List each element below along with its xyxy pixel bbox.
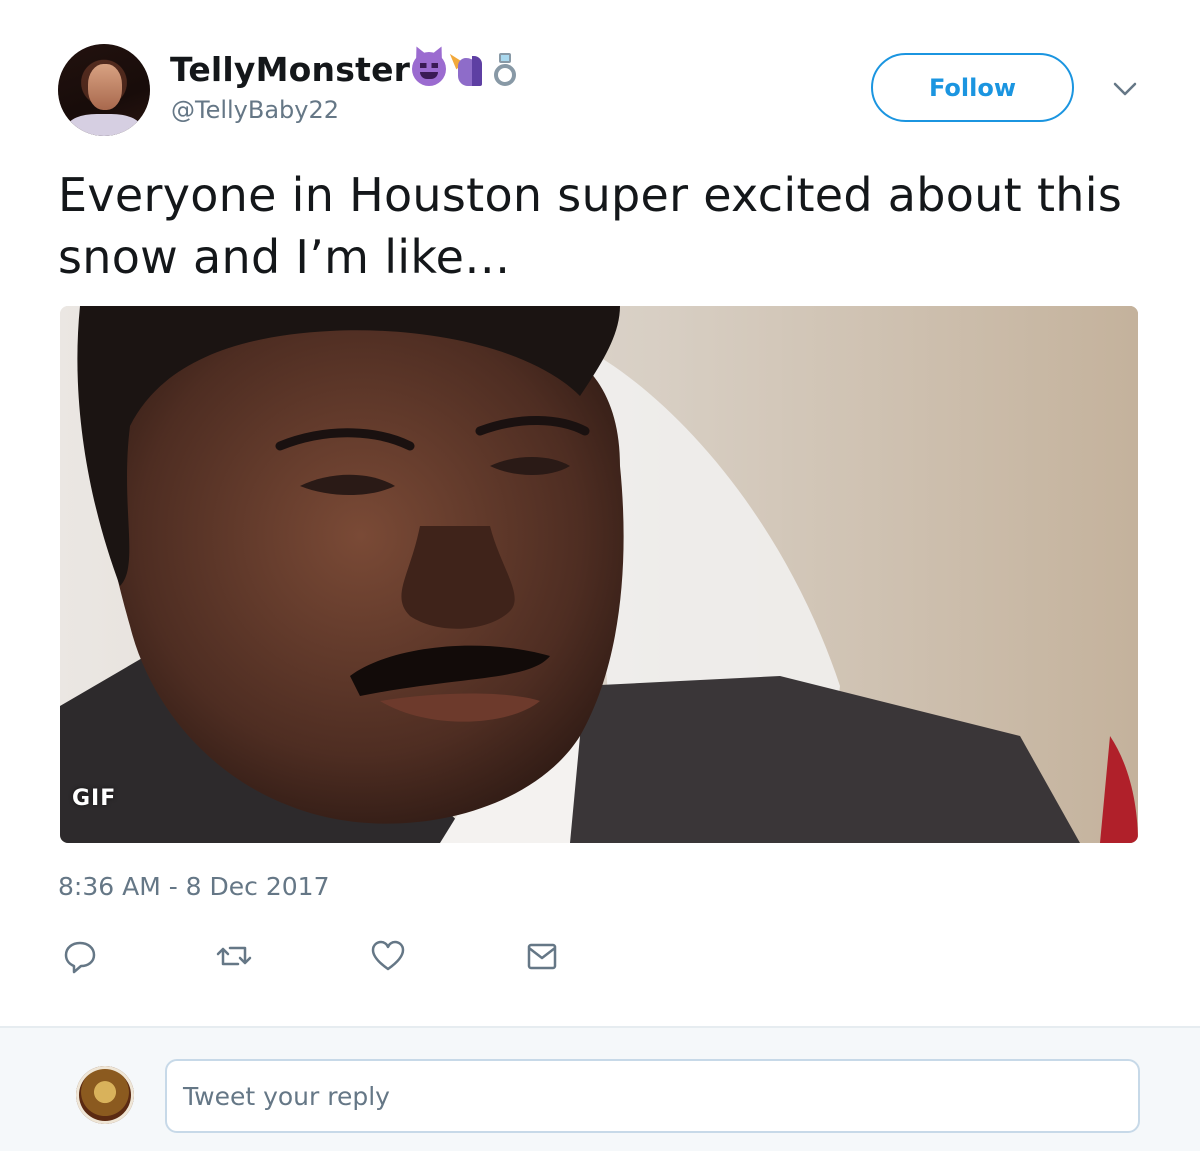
chevron-down-icon[interactable]: [1110, 74, 1140, 104]
retweet-svg: [216, 946, 252, 966]
tweet-timestamp[interactable]: 8:36 AM - 8 Dec 2017: [58, 872, 329, 901]
message-icon[interactable]: [522, 936, 562, 976]
retweet-icon[interactable]: [214, 936, 254, 976]
reply-svg: [64, 941, 96, 974]
tweet-text: Everyone in Houston super excited about …: [58, 168, 1123, 284]
tweet-media-gif[interactable]: [60, 306, 1138, 843]
ring-band: [494, 64, 517, 86]
author-name-row[interactable]: TellyMonster: [170, 44, 522, 94]
like-icon[interactable]: [368, 936, 408, 976]
ring-gem: [499, 53, 512, 63]
message-svg: [527, 943, 557, 970]
like-svg: [371, 940, 405, 971]
ring-emoji: [488, 52, 522, 86]
smiling-devil-emoji: [412, 52, 447, 86]
avatar-shirt: [68, 114, 140, 136]
unicorn-mane: [472, 56, 483, 86]
gif-frame-illustration: [60, 306, 1138, 843]
unicorn-emoji: [446, 50, 484, 86]
author-display-name[interactable]: TellyMonster: [170, 50, 410, 89]
avatar-face: [88, 64, 122, 110]
reply-icon[interactable]: [60, 936, 100, 976]
author-avatar[interactable]: [58, 44, 150, 136]
current-user-avatar[interactable]: [76, 1066, 134, 1124]
devil-eyes: [420, 63, 439, 68]
author-handle[interactable]: @TellyBaby22: [171, 96, 339, 124]
gif-badge: GIF: [72, 786, 117, 811]
reply-input[interactable]: Tweet your reply: [165, 1059, 1140, 1133]
chevron-down-svg: [1113, 82, 1137, 96]
follow-button[interactable]: Follow: [871, 53, 1074, 122]
devil-mouth: [420, 72, 439, 79]
